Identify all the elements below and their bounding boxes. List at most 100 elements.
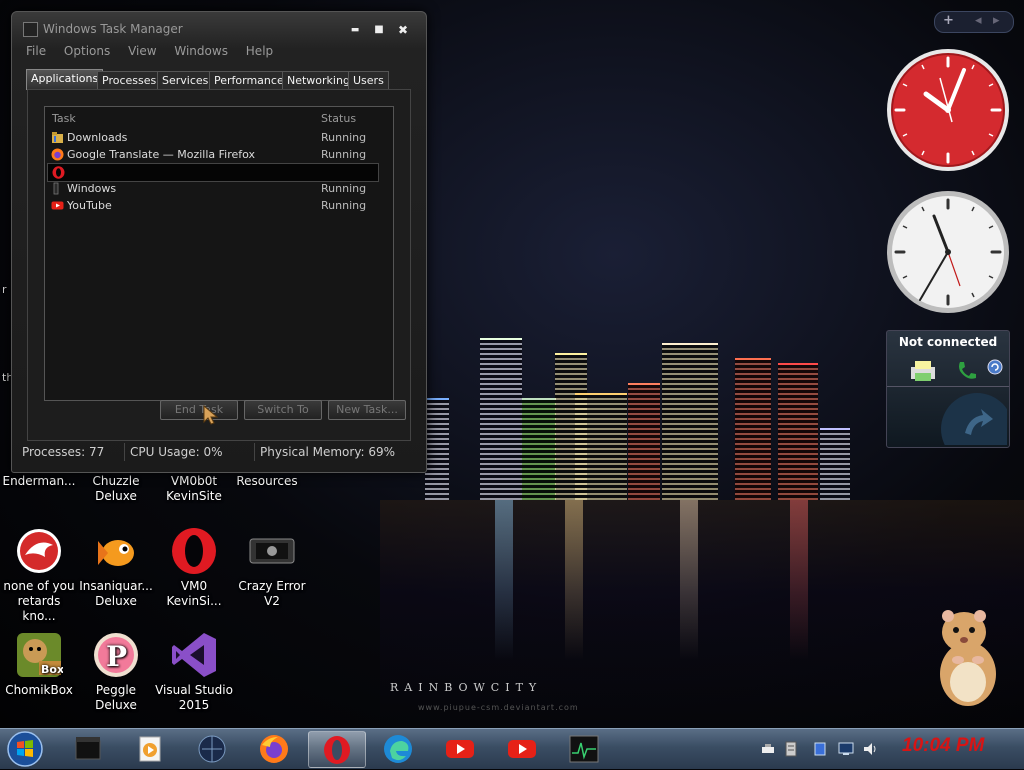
network-gadget[interactable]: Not connected: [886, 330, 1010, 448]
firefox-icon: [260, 735, 288, 763]
taskbar-item-youtube[interactable]: [432, 731, 488, 766]
taskbar-item-firefox[interactable]: [246, 731, 302, 766]
network-status: Not connected: [898, 335, 998, 349]
taskbar-item-black-box[interactable]: [60, 731, 116, 766]
taskbar-item-edge[interactable]: [370, 731, 426, 766]
desktop-icon-label: VM0 KevinSi...: [166, 579, 222, 608]
taskbar-item-network-globe[interactable]: [184, 731, 240, 766]
tray-network-icon[interactable]: [760, 741, 776, 757]
svg-text:P: P: [106, 640, 127, 673]
light-reflection: [495, 500, 513, 660]
close-button[interactable]: ✖: [395, 24, 411, 36]
column-header-task[interactable]: Task: [52, 112, 76, 125]
task-row[interactable]: YouTube Running: [47, 197, 377, 214]
hamster-image: [940, 610, 996, 706]
task-row[interactable]: Google Translate — Mozilla Firefox Runni…: [47, 146, 377, 163]
red-bird-icon: [15, 527, 63, 575]
desktop-icon-crazy-error[interactable]: Crazy Error V2: [233, 527, 311, 609]
gadget-next-button[interactable]: ▸: [993, 13, 1000, 28]
black-box-icon: [75, 737, 101, 760]
title-bar[interactable]: Windows Task Manager ▬ ■ ✖: [12, 12, 426, 42]
window-title: Windows Task Manager: [43, 22, 183, 36]
tab-performance[interactable]: Performance: [209, 71, 289, 89]
taskbar-item-youtube[interactable]: [494, 731, 550, 766]
tab-users[interactable]: Users: [348, 71, 389, 89]
tray-volume-icon[interactable]: [862, 741, 878, 757]
task-row[interactable]: Windows Running: [47, 180, 377, 197]
desktop-icon-insaniquarium[interactable]: Insaniquar... Deluxe: [77, 527, 155, 609]
light-reflection: [790, 500, 808, 660]
refresh-icon[interactable]: [987, 359, 1003, 375]
menu-windows[interactable]: Windows: [172, 44, 230, 58]
tray-device-icon[interactable]: [812, 741, 828, 757]
building: [662, 343, 718, 500]
network-printer-icon[interactable]: [909, 359, 937, 383]
column-header-status[interactable]: Status: [321, 112, 356, 125]
desktop-icon-label: Insaniquar... Deluxe: [79, 579, 153, 608]
physical-memory: Physical Memory: 69%: [260, 445, 396, 459]
desktop-icon-vm0-kevinsite[interactable]: VM0 KevinSi...: [155, 527, 233, 609]
desktop-icon-chomikbox[interactable]: Box ChomikBox: [0, 631, 78, 698]
desktop-icon-label: ChomikBox: [5, 683, 73, 697]
building: [820, 428, 850, 500]
firefox-icon: [51, 148, 64, 161]
maximize-button[interactable]: ■: [371, 24, 387, 36]
desktop-icon-chuzzle[interactable]: Chuzzle Deluxe: [77, 474, 155, 504]
add-gadget-button[interactable]: +: [943, 13, 954, 28]
taskbar-item-media-player[interactable]: [122, 731, 178, 766]
desktop-icon-peggle[interactable]: P Peggle Deluxe: [77, 631, 155, 713]
start-button[interactable]: [6, 731, 44, 767]
building: [778, 363, 818, 500]
task-name: Google Translate — Mozilla Firefox: [67, 148, 256, 161]
desktop-icon-visual-studio[interactable]: Visual Studio 2015: [155, 631, 233, 713]
tab-applications[interactable]: Applications: [26, 69, 104, 90]
tray-server-icon[interactable]: [784, 741, 798, 757]
opera-icon: [170, 527, 218, 575]
building: [480, 338, 522, 500]
taskbar-item-opera[interactable]: [308, 731, 366, 768]
new-task-button[interactable]: New Task...: [328, 400, 406, 420]
taskbar-item-task-manager[interactable]: [556, 731, 612, 766]
taskbar-clock[interactable]: 10:04 PM: [902, 735, 984, 757]
status-bar: Processes: 77 CPU Usage: 0% Physical Mem…: [20, 441, 416, 463]
menu-file[interactable]: File: [24, 44, 48, 58]
tab-services[interactable]: Services: [157, 71, 214, 89]
window-icon: [53, 182, 59, 195]
red-analog-clock[interactable]: [886, 48, 1010, 175]
menu-options[interactable]: Options: [62, 44, 112, 58]
menu-view[interactable]: View: [126, 44, 158, 58]
phone-icon[interactable]: [955, 359, 979, 383]
media-player-icon: [139, 736, 161, 762]
menu-help[interactable]: Help: [244, 44, 275, 58]
visual-studio-icon: [170, 631, 218, 679]
end-task-button[interactable]: End Task: [160, 400, 238, 420]
gadget-prev-button[interactable]: ◂: [975, 13, 982, 28]
task-manager-app-icon: [23, 22, 38, 37]
task-row[interactable]: Downloads Running: [47, 129, 377, 146]
tray-display-icon[interactable]: [838, 741, 854, 757]
task-manager-icon: [569, 735, 599, 763]
desktop-icon-label: VM0b0t KevinSite: [166, 474, 222, 503]
processes-count: Processes: 77: [22, 445, 105, 459]
arrow-swoosh-icon: [941, 393, 1007, 445]
building: [522, 398, 556, 500]
tab-processes[interactable]: Processes: [97, 71, 162, 89]
desktop-icon-enderman[interactable]: Enderman...: [0, 474, 78, 489]
minimize-button[interactable]: ▬: [347, 24, 363, 36]
switch-to-button[interactable]: Switch To: [244, 400, 322, 420]
desktop-icon-vm0b0t[interactable]: VM0b0t KevinSite: [155, 474, 233, 504]
mouse-cursor-icon: [203, 404, 219, 425]
desktop-icon-label: Visual Studio 2015: [155, 683, 233, 712]
desktop-icon-label: Crazy Error V2: [238, 579, 306, 608]
task-list[interactable]: Task Status Downloads Running Google Tra…: [44, 106, 394, 401]
tab-networking[interactable]: Networking: [282, 71, 355, 89]
desktop-icon-resources[interactable]: Resources: [228, 474, 306, 489]
building: [628, 383, 660, 500]
desktop-icon-label: Enderman...: [2, 474, 76, 488]
opera-icon: [52, 166, 65, 179]
white-analog-clock[interactable]: [886, 190, 1010, 317]
youtube-icon: [508, 740, 536, 758]
desktop-icon-red-bird[interactable]: none of you retards kno...: [0, 527, 78, 624]
crazy-error-icon: [248, 527, 296, 575]
task-name: Windows: [67, 182, 117, 195]
